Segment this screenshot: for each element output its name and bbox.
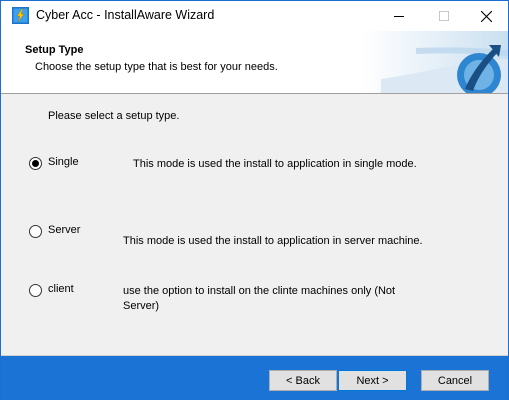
minimize-button[interactable] — [376, 1, 422, 31]
server-label[interactable]: Server — [48, 224, 80, 236]
installaware-icon — [12, 7, 29, 24]
next-button[interactable]: Next > — [338, 370, 407, 391]
back-button[interactable]: < Back — [269, 370, 337, 391]
page-subtitle: Choose the setup type that is best for y… — [35, 61, 278, 73]
server-radio[interactable] — [29, 225, 42, 238]
single-radio[interactable] — [29, 157, 42, 170]
minimize-icon — [394, 16, 404, 17]
close-icon — [480, 10, 492, 22]
cancel-button[interactable]: Cancel — [421, 370, 489, 391]
radio-selected-dot — [32, 160, 39, 167]
single-description: This mode is used the install to applica… — [133, 158, 417, 170]
close-button[interactable] — [463, 1, 509, 31]
installer-window: Cyber Acc - InstallAware Wizard Setup Ty… — [0, 0, 509, 400]
wizard-header: Setup Type Choose the setup type that is… — [1, 31, 508, 94]
setup-type-prompt: Please select a setup type. — [48, 110, 180, 122]
setup-type-panel: Please select a setup type. Single This … — [1, 94, 508, 354]
server-description: This mode is used the install to applica… — [123, 235, 423, 247]
client-label[interactable]: client — [48, 283, 74, 295]
single-label[interactable]: Single — [48, 156, 79, 168]
maximize-icon — [439, 11, 449, 21]
client-description: use the option to install on the clinte … — [123, 285, 396, 312]
wizard-footer: < Back Next > Cancel — [1, 355, 508, 400]
title-bar[interactable]: Cyber Acc - InstallAware Wizard — [1, 1, 508, 31]
setup-banner-graphic — [361, 31, 508, 93]
page-title: Setup Type — [25, 44, 84, 56]
maximize-button[interactable] — [421, 1, 467, 31]
window-title: Cyber Acc - InstallAware Wizard — [36, 8, 215, 22]
client-radio[interactable] — [29, 284, 42, 297]
